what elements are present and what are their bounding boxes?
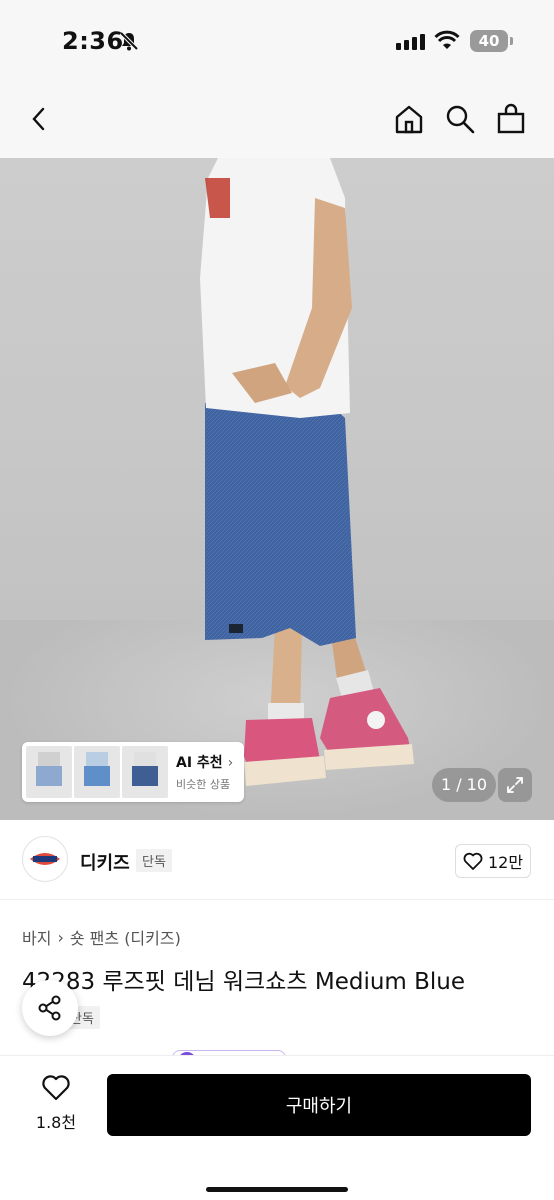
- wifi-icon: [434, 30, 460, 49]
- status-time: 2:36: [62, 27, 124, 55]
- search-icon[interactable]: [443, 102, 477, 136]
- chevron-right-icon: ›: [57, 927, 64, 947]
- recommend-thumbnail[interactable]: [122, 746, 168, 798]
- breadcrumb: 바지 › 숏 팬츠 (디키즈): [22, 925, 181, 949]
- shopping-bag-icon[interactable]: [494, 102, 528, 136]
- home-indicator: [206, 1187, 348, 1192]
- share-icon: [38, 995, 61, 1021]
- battery-icon: 40: [470, 30, 513, 52]
- ai-card-subtitle: 비슷한 상품: [176, 778, 231, 791]
- recommend-thumbnail[interactable]: [26, 746, 72, 798]
- share-button[interactable]: [22, 980, 78, 1036]
- brand-logo[interactable]: [22, 836, 68, 882]
- product-title: 42283 루즈핏 데님 워크쇼츠 Medium Blue: [22, 969, 466, 995]
- back-icon[interactable]: [22, 102, 56, 136]
- breadcrumb-item[interactable]: 바지: [22, 925, 51, 949]
- recommend-thumbnail[interactable]: [74, 746, 120, 798]
- brand-row: 디키즈 단독 12만: [0, 820, 554, 900]
- brand-like-count: 12만: [487, 853, 524, 872]
- heart-icon: [463, 852, 483, 870]
- top-nav: [0, 80, 554, 158]
- breadcrumb-item[interactable]: 숏 팬츠 (디키즈): [70, 925, 181, 949]
- home-icon[interactable]: [392, 102, 426, 136]
- bottom-action-bar: 1.8천 구매하기: [0, 1055, 554, 1200]
- exclusive-badge: 단독: [136, 849, 172, 872]
- image-page-indicator: 1 / 10: [432, 768, 496, 802]
- buy-button[interactable]: 구매하기: [107, 1074, 531, 1136]
- model-illustration: [200, 158, 414, 786]
- wishlist-button[interactable]: 1.8천: [28, 1074, 84, 1133]
- status-bar: 2:36 40: [0, 0, 554, 80]
- ai-card-title: AI 추천: [176, 755, 223, 771]
- bell-muted-icon: [119, 31, 139, 51]
- expand-icon[interactable]: [498, 768, 532, 802]
- signal-icon: [396, 34, 425, 50]
- product-image[interactable]: AI 추천 › 비슷한 상품 1 / 10: [0, 158, 554, 820]
- ai-recommendation-card[interactable]: AI 추천 › 비슷한 상품: [22, 742, 244, 802]
- ai-card-text: AI 추천 › 비슷한 상품: [176, 752, 233, 792]
- brand-like-button[interactable]: 12만: [455, 844, 531, 878]
- brand-name[interactable]: 디키즈: [80, 849, 130, 875]
- chevron-right-icon: ›: [227, 755, 234, 771]
- heart-icon: [42, 1075, 70, 1101]
- wishlist-count: 1.8천: [35, 1113, 77, 1132]
